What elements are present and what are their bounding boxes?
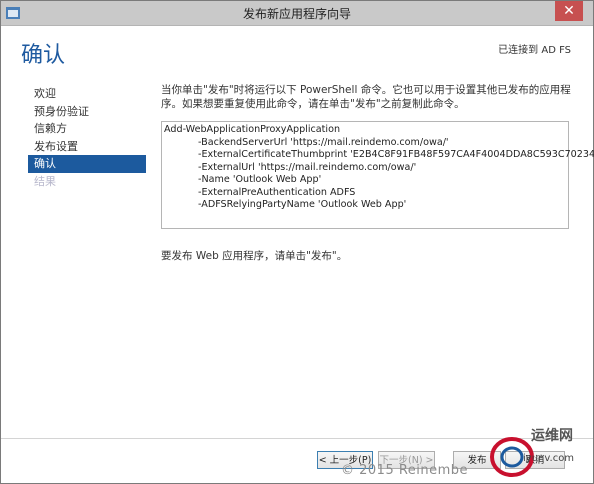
connection-status: 已连接到 AD FS xyxy=(498,45,571,56)
command-line: -ExternalUrl 'https://mail.reindemo.com/… xyxy=(198,161,417,173)
copyright-watermark: © 2015 Reinembe xyxy=(341,463,469,478)
command-line: -BackendServerUrl 'https://mail.reindemo… xyxy=(198,136,449,148)
window-title: 发布新应用程序向导 xyxy=(242,7,351,21)
command-line: -Name 'Outlook Web App' xyxy=(198,174,322,185)
wizard-steps-nav: 欢迎 预身份验证 信赖方 发布设置 确认 结果 xyxy=(28,85,146,190)
nav-item-welcome[interactable]: 欢迎 xyxy=(28,85,146,103)
logo-subtext: iyunv.com xyxy=(523,453,575,464)
publish-instruction: 要发布 Web 应用程序，请单击"发布"。 xyxy=(161,250,348,262)
command-line: -ExternalPreAuthentication ADFS xyxy=(198,186,356,198)
wizard-window: 发布新应用程序向导 ✕ 确认 已连接到 AD FS 欢迎 预身份验证 信赖方 发… xyxy=(0,0,594,484)
description-text: 当你单击"发布"时将运行以下 PowerShell 命令。它也可以用于设置其他已… xyxy=(161,84,571,110)
command-line: Add-WebApplicationProxyApplication xyxy=(164,124,341,135)
close-button[interactable]: ✕ xyxy=(555,1,583,21)
nav-item-preauth[interactable]: 预身份验证 xyxy=(28,103,146,121)
nav-item-relying-party[interactable]: 信赖方 xyxy=(28,120,146,138)
title-bar[interactable]: 发布新应用程序向导 ✕ xyxy=(1,1,593,26)
nav-item-results: 结果 xyxy=(34,174,56,188)
page-title: 确认 xyxy=(21,43,66,68)
powershell-command-box[interactable]: Add-WebApplicationProxyApplication -Back… xyxy=(161,121,594,229)
nav-item-publish-settings[interactable]: 发布设置 xyxy=(28,138,146,156)
logo-text: 运维网 xyxy=(531,428,573,444)
command-line: -ExternalCertificateThumbprint 'E2B4C8F9… xyxy=(198,149,594,160)
nav-item-confirm[interactable]: 确认 xyxy=(28,155,146,173)
command-line: -ADFSRelyingPartyName 'Outlook Web App' xyxy=(198,199,407,210)
